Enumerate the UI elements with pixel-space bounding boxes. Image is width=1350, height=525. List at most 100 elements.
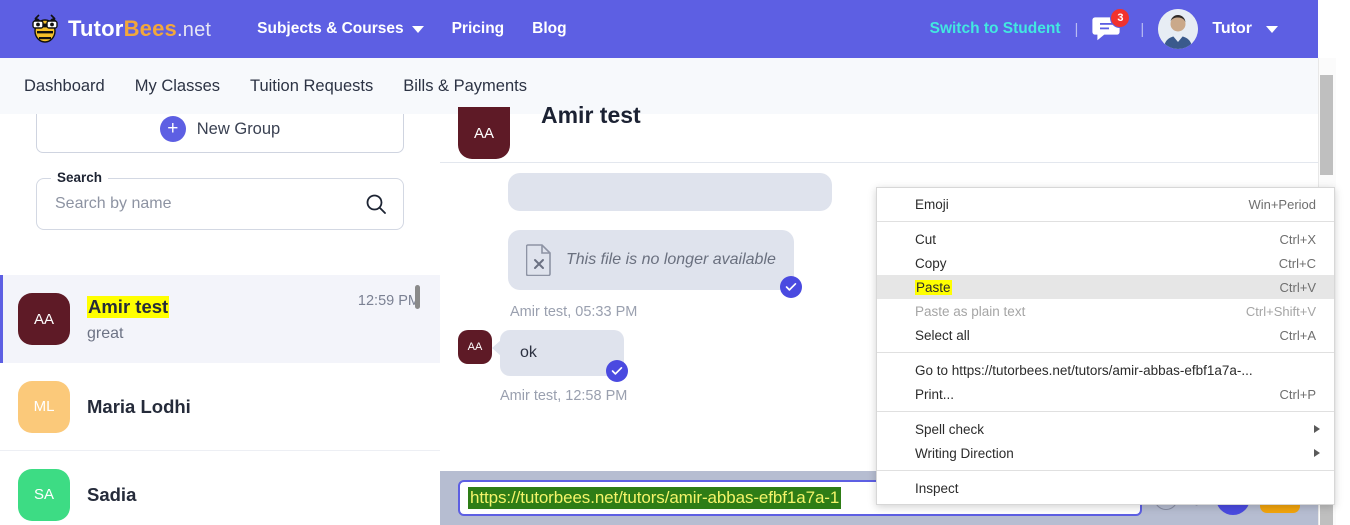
page-scrollbar-thumb[interactable] [1320,75,1333,175]
subnav-dashboard[interactable]: Dashboard [24,77,105,96]
chat-header-avatar: AA [458,107,510,159]
search-input[interactable] [53,194,365,214]
context-menu-item-paste[interactable]: Paste Ctrl+V [877,275,1334,299]
context-menu-accel: Ctrl+C [1279,256,1316,271]
subnav-tuition-requests[interactable]: Tuition Requests [250,77,373,96]
subnav-bills-payments[interactable]: Bills & Payments [403,77,527,96]
secondary-nav: Dashboard My Classes Tuition Requests Bi… [0,58,1318,115]
nav-subjects-courses-label: Subjects & Courses [257,20,403,38]
search-legend: Search [51,170,108,185]
context-menu-item-inspect[interactable]: Inspect [877,476,1334,500]
context-menu-label: Paste [915,280,1262,295]
messages-badge: 3 [1110,8,1130,28]
context-menu-item-select-all[interactable]: Select all Ctrl+A [877,323,1334,347]
context-menu-separator [877,221,1334,222]
context-menu-item-spell-check[interactable]: Spell check [877,417,1334,441]
context-menu-accel: Ctrl+P [1280,387,1316,402]
message-avatar: AA [458,330,492,364]
context-menu-item-print[interactable]: Print... Ctrl+P [877,382,1334,406]
context-menu-accel: Ctrl+Shift+V [1246,304,1316,319]
primary-nav: Subjects & Courses Pricing Blog [257,20,566,38]
conversation-item-amir-test[interactable]: AA Amir test great 12:59 PM [0,275,440,363]
brand-logo[interactable]: TutorBees.net [28,13,211,45]
messages-icon[interactable]: 3 [1092,15,1126,43]
message-text: ok [520,344,537,361]
search-field[interactable]: Search [36,178,404,230]
conversation-item-maria-lodhi[interactable]: ML Maria Lodhi [0,363,440,451]
message-bubble-partial [508,173,832,211]
context-menu-separator [877,352,1334,353]
context-menu-label: Spell check [915,422,1316,437]
search-icon[interactable] [365,193,387,215]
brand-prefix: Tutor [68,16,124,41]
conversation-name: Amir test [87,296,169,318]
conversation-list[interactable]: AA Amir test great 12:59 PM ML Maria Lod… [0,275,440,525]
conversation-time: 12:59 PM [358,293,420,309]
context-menu-label: Print... [915,387,1262,402]
submenu-arrow-icon [1314,425,1320,433]
bee-logo-icon [28,13,62,45]
context-menu-label-highlight: Paste [915,280,952,295]
file-x-icon [526,244,552,276]
chevron-down-icon [412,26,424,33]
plus-icon: + [160,116,186,142]
context-menu-separator [877,411,1334,412]
submenu-arrow-icon [1314,449,1320,457]
header-actions: Switch to Student | 3 | [930,9,1278,49]
user-avatar[interactable] [1158,9,1198,49]
chat-header-name: Amir test [541,102,641,129]
context-menu-label: Writing Direction [915,446,1316,461]
brand-accent: Bees [124,16,177,41]
context-menu-label: Paste as plain text [915,304,1228,319]
nav-subjects-courses[interactable]: Subjects & Courses [257,20,423,38]
context-menu-label: Select all [915,328,1262,343]
context-menu-accel: Ctrl+V [1280,280,1316,295]
subnav-my-classes[interactable]: My Classes [135,77,220,96]
header-divider-1: | [1075,21,1079,38]
conversation-name: Maria Lodhi [87,396,191,418]
context-menu-label: Emoji [915,197,1230,212]
nav-pricing[interactable]: Pricing [452,20,505,38]
context-menu-item-cut[interactable]: Cut Ctrl+X [877,227,1334,251]
avatar: ML [18,381,70,433]
user-name-label[interactable]: Tutor [1212,20,1252,38]
nav-blog[interactable]: Blog [532,20,566,38]
avatar: SA [18,469,70,521]
conversation-sidebar: + New Group Search AA Amir test [0,114,441,525]
message-bubble-text[interactable]: ok [500,330,624,376]
avatar: AA [18,293,70,345]
switch-to-student-link[interactable]: Switch to Student [930,20,1061,38]
delivered-check-icon [780,276,802,298]
new-group-button[interactable]: + New Group [36,114,404,153]
context-menu-item-copy[interactable]: Copy Ctrl+C [877,251,1334,275]
file-unavailable-content: This file is no longer available [526,244,776,276]
context-menu-item-paste-plain-text: Paste as plain text Ctrl+Shift+V [877,299,1334,323]
context-menu-accel: Ctrl+A [1280,328,1316,343]
conversation-list-scrollbar[interactable] [415,285,420,309]
context-menu-label: Inspect [915,481,1298,496]
conversation-name: Sadia [87,484,136,506]
context-menu-item-emoji[interactable]: Emoji Win+Period [877,192,1334,216]
conversation-text: Maria Lodhi [87,396,420,418]
context-menu-separator [877,470,1334,471]
browser-viewport: TutorBees.net Subjects & Courses Pricing… [0,0,1350,525]
conversation-preview: great [87,325,358,343]
conversation-text: Amir test great [87,296,358,343]
context-menu[interactable]: Emoji Win+Period Cut Ctrl+X Copy Ctrl+C … [876,187,1335,505]
context-menu-label: Cut [915,232,1262,247]
context-menu-label: Copy [915,256,1261,271]
delivered-check-icon [606,360,628,382]
brand-suffix: .net [177,19,211,41]
chat-header: AA Amir test [440,114,1318,163]
site-header: TutorBees.net Subjects & Courses Pricing… [0,0,1318,58]
file-unavailable-text: This file is no longer available [566,251,776,269]
context-menu-item-go-to-url[interactable]: Go to https://tutorbees.net/tutors/amir-… [877,358,1334,382]
context-menu-item-writing-direction[interactable]: Writing Direction [877,441,1334,465]
selected-url-text: https://tutorbees.net/tutors/amir-abbas-… [468,487,841,509]
user-menu-chevron-down-icon[interactable] [1266,26,1278,33]
conversation-item-sadia[interactable]: SA Sadia [0,451,440,525]
brand-name: TutorBees.net [68,16,211,42]
context-menu-accel: Win+Period [1248,197,1316,212]
context-menu-accel: Ctrl+X [1280,232,1316,247]
conversation-text: Sadia [87,484,420,506]
